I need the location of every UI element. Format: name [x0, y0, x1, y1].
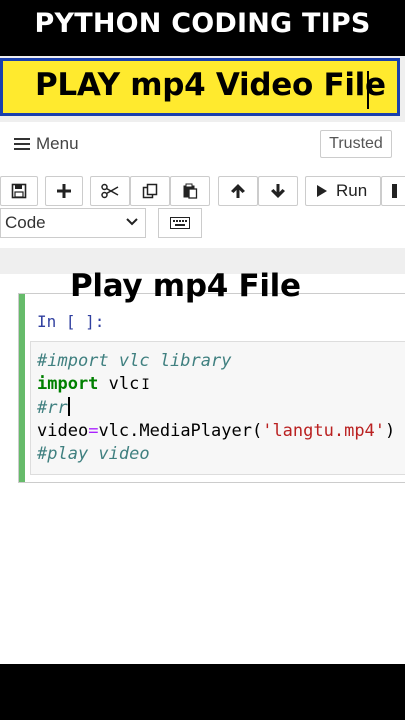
menubar: Menu Trusted	[0, 122, 405, 168]
copy-button[interactable]	[130, 176, 170, 206]
code-op-equals: =	[88, 421, 99, 441]
paste-button[interactable]	[170, 176, 210, 206]
trusted-indicator[interactable]: Trusted	[320, 130, 392, 158]
code-line-2-rest: vlc	[98, 374, 140, 394]
move-down-button[interactable]	[258, 176, 298, 206]
overlay-heading: Play mp4 File	[70, 268, 301, 304]
run-label: Run	[336, 181, 368, 200]
stop-icon	[392, 184, 397, 198]
chevron-down-icon	[125, 211, 139, 242]
menu-button[interactable]: Menu	[14, 134, 79, 154]
plus-icon	[57, 184, 71, 198]
keyboard-icon	[170, 217, 190, 229]
hamburger-icon	[14, 138, 30, 150]
run-button[interactable]: Run	[305, 176, 381, 206]
command-palette-button[interactable]	[158, 208, 202, 238]
text-cursor	[67, 397, 70, 416]
input-prompt: In [ ]:	[37, 312, 105, 331]
run-icon	[317, 185, 327, 197]
code-call: vlc.MediaPlayer(	[98, 421, 263, 441]
move-up-button[interactable]	[218, 176, 258, 206]
save-button[interactable]	[0, 176, 38, 206]
code-line-5: #play video	[37, 444, 150, 464]
scissors-icon	[101, 183, 119, 199]
video-banner-title: PYTHON CODING TIPS	[0, 0, 405, 52]
caption-caret	[367, 71, 369, 109]
arrow-down-icon	[271, 184, 285, 198]
code-keyword-import: import	[37, 374, 99, 394]
cell-selected-indicator	[19, 294, 25, 482]
arrow-up-icon	[231, 184, 245, 198]
notebook-screenshot: Menu Trusted Run Code In []: #import vl…	[0, 56, 405, 664]
paste-icon	[183, 183, 198, 199]
menu-label: Menu	[36, 134, 79, 153]
ibeam-cursor-icon: I	[141, 377, 150, 393]
copy-icon	[142, 183, 158, 199]
code-string: 'langtu.mp4'	[262, 421, 386, 441]
insert-cell-button[interactable]	[45, 176, 83, 206]
code-close-paren: )	[385, 421, 396, 441]
interrupt-button[interactable]	[381, 176, 405, 206]
code-line-3: #rr	[37, 398, 68, 418]
cut-button[interactable]	[90, 176, 130, 206]
caption-text: PLAY mp4 Video File	[35, 67, 386, 103]
code-cell[interactable]: In [ ]: #import vlc library import vlc I …	[18, 293, 405, 483]
save-icon	[11, 183, 27, 199]
caption-box: PLAY mp4 Video File	[0, 58, 400, 116]
code-text[interactable]: #import vlc library import vlc I #rr vide…	[37, 350, 395, 466]
code-line-1: #import vlc library	[37, 351, 232, 371]
cell-type-select[interactable]: Code	[0, 208, 146, 238]
code-editor[interactable]: #import vlc library import vlc I #rr vide…	[30, 341, 405, 475]
code-var-video: video	[37, 421, 89, 441]
cell-type-value: Code	[5, 213, 46, 232]
